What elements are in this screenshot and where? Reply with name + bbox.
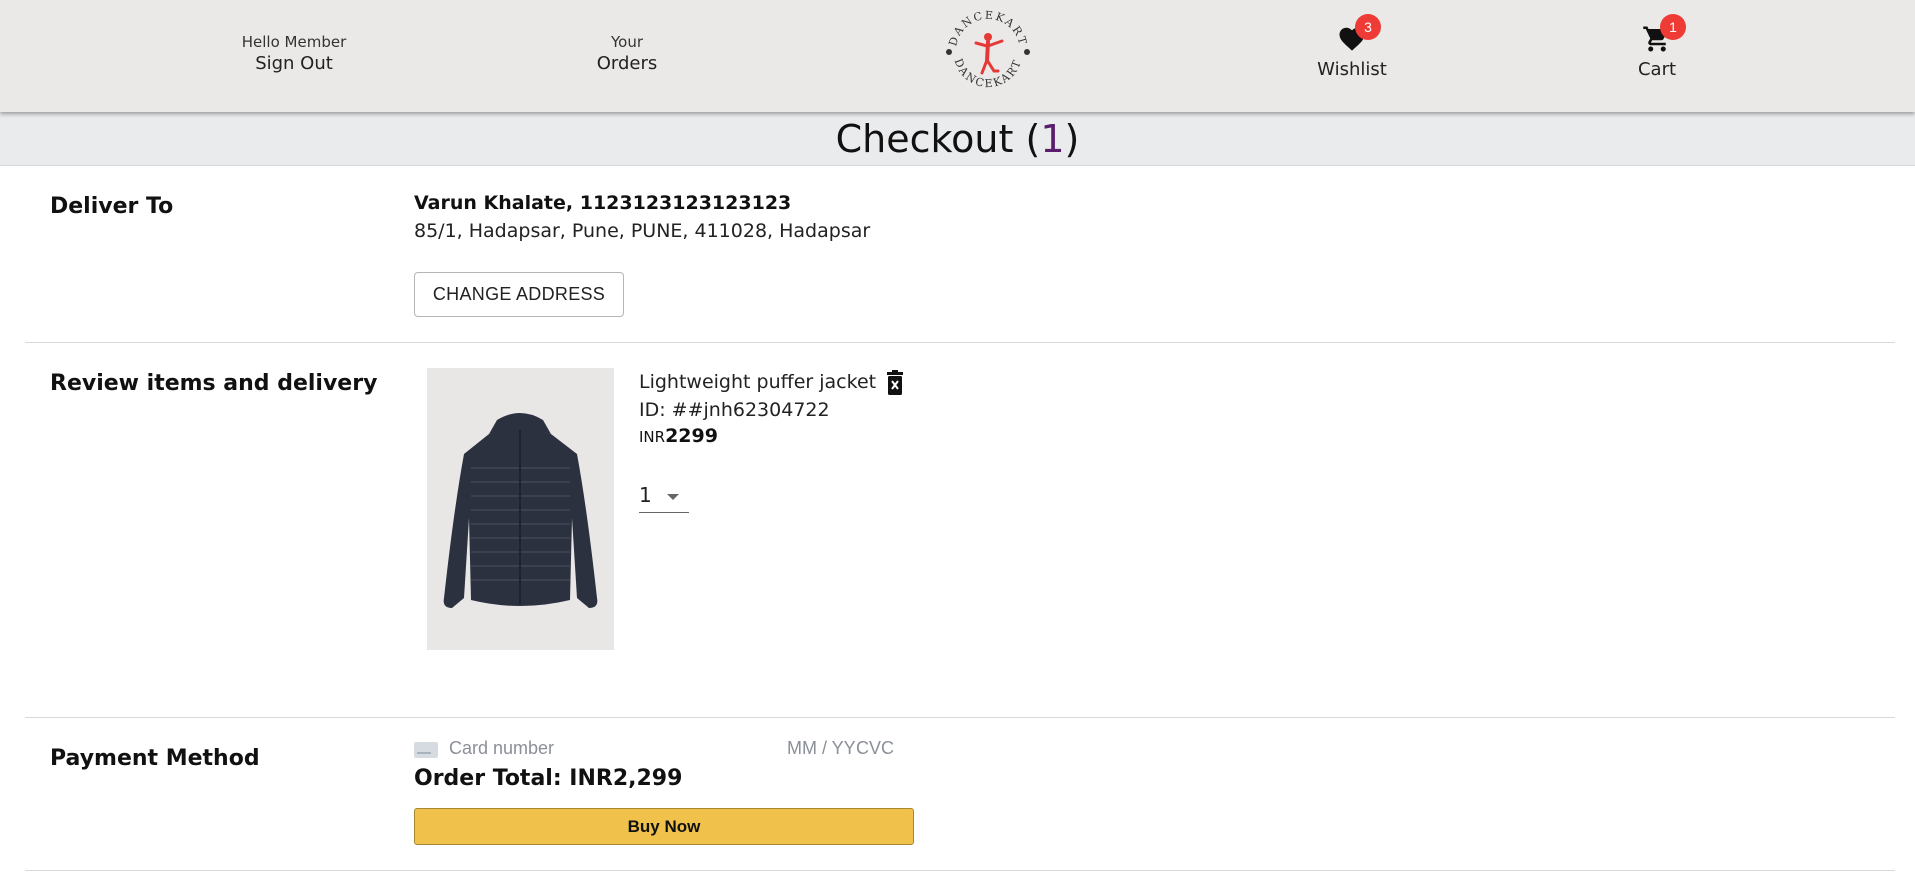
card-number-placeholder[interactable]: Card number: [449, 738, 554, 759]
cart-link[interactable]: 1 Cart: [1607, 14, 1707, 82]
sign-out-link[interactable]: Hello Member Sign Out: [234, 32, 354, 76]
trash-icon[interactable]: [885, 370, 905, 396]
cvc-placeholder[interactable]: CVC: [856, 738, 894, 759]
orders-label: Orders: [596, 53, 658, 74]
cart-icon: 1: [1642, 14, 1686, 54]
orders-small-label: Your: [610, 33, 644, 51]
cart-label: Cart: [1637, 59, 1677, 80]
title-open-paren: (: [1013, 117, 1041, 161]
page-title: Checkout (1): [0, 112, 1915, 166]
delivery-address: 85/1, Hadapsar, Pune, PUNE, 411028, Hada…: [414, 220, 871, 242]
payment-method-heading: Payment Method: [50, 746, 260, 771]
price-currency: INR: [639, 428, 666, 446]
cart-count-badge: 1: [1660, 14, 1686, 40]
quantity-value: 1: [639, 483, 652, 507]
review-items-heading: Review items and delivery: [50, 371, 378, 396]
change-address-button[interactable]: CHANGE ADDRESS: [414, 272, 624, 317]
wishlist-count-badge: 3: [1355, 14, 1381, 40]
wishlist-label: Wishlist: [1317, 59, 1387, 80]
user-greeting: Hello Member: [241, 33, 347, 51]
checkout-item-count: 1: [1040, 117, 1065, 161]
product-id: ID: ##jnh62304722: [639, 399, 830, 421]
sign-out-label: Sign Out: [255, 53, 333, 74]
deliver-to-section: Deliver To Varun Khalate, 11231231231231…: [25, 166, 1895, 343]
page-title-text: Checkout: [835, 117, 1014, 161]
checkout-title-band: Checkout (1): [0, 112, 1915, 166]
card-input[interactable]: Card number MM / YY CVC: [414, 738, 914, 760]
buy-now-button[interactable]: Buy Now: [414, 808, 914, 845]
heart-icon: 3: [1337, 14, 1381, 54]
product-price: INR2299: [639, 425, 718, 447]
product-name: Lightweight puffer jacket: [639, 371, 877, 393]
dancekart-logo[interactable]: DANCEKART DANCEKART: [942, 5, 1034, 97]
chevron-down-icon: [667, 494, 679, 500]
top-navbar: Hello Member Sign Out Your Orders DANCEK…: [0, 0, 1915, 112]
wishlist-link[interactable]: 3 Wishlist: [1302, 14, 1402, 82]
expiry-placeholder[interactable]: MM / YY: [787, 738, 856, 759]
credit-card-icon: [414, 742, 438, 758]
price-amount: 2299: [665, 425, 718, 447]
title-close-paren: ): [1064, 117, 1080, 161]
orders-link[interactable]: Your Orders: [567, 32, 687, 76]
order-total: Order Total: INR2,299: [414, 766, 683, 791]
payment-method-section: Payment Method Card number MM / YY CVC O…: [25, 718, 1895, 871]
quantity-select[interactable]: 1: [639, 483, 689, 513]
deliver-to-heading: Deliver To: [50, 194, 174, 219]
review-items-section: Review items and delivery Lightweight pu…: [25, 343, 1895, 718]
product-image[interactable]: [427, 368, 614, 650]
recipient-name: Varun Khalate, 1123123123123123: [414, 192, 792, 214]
